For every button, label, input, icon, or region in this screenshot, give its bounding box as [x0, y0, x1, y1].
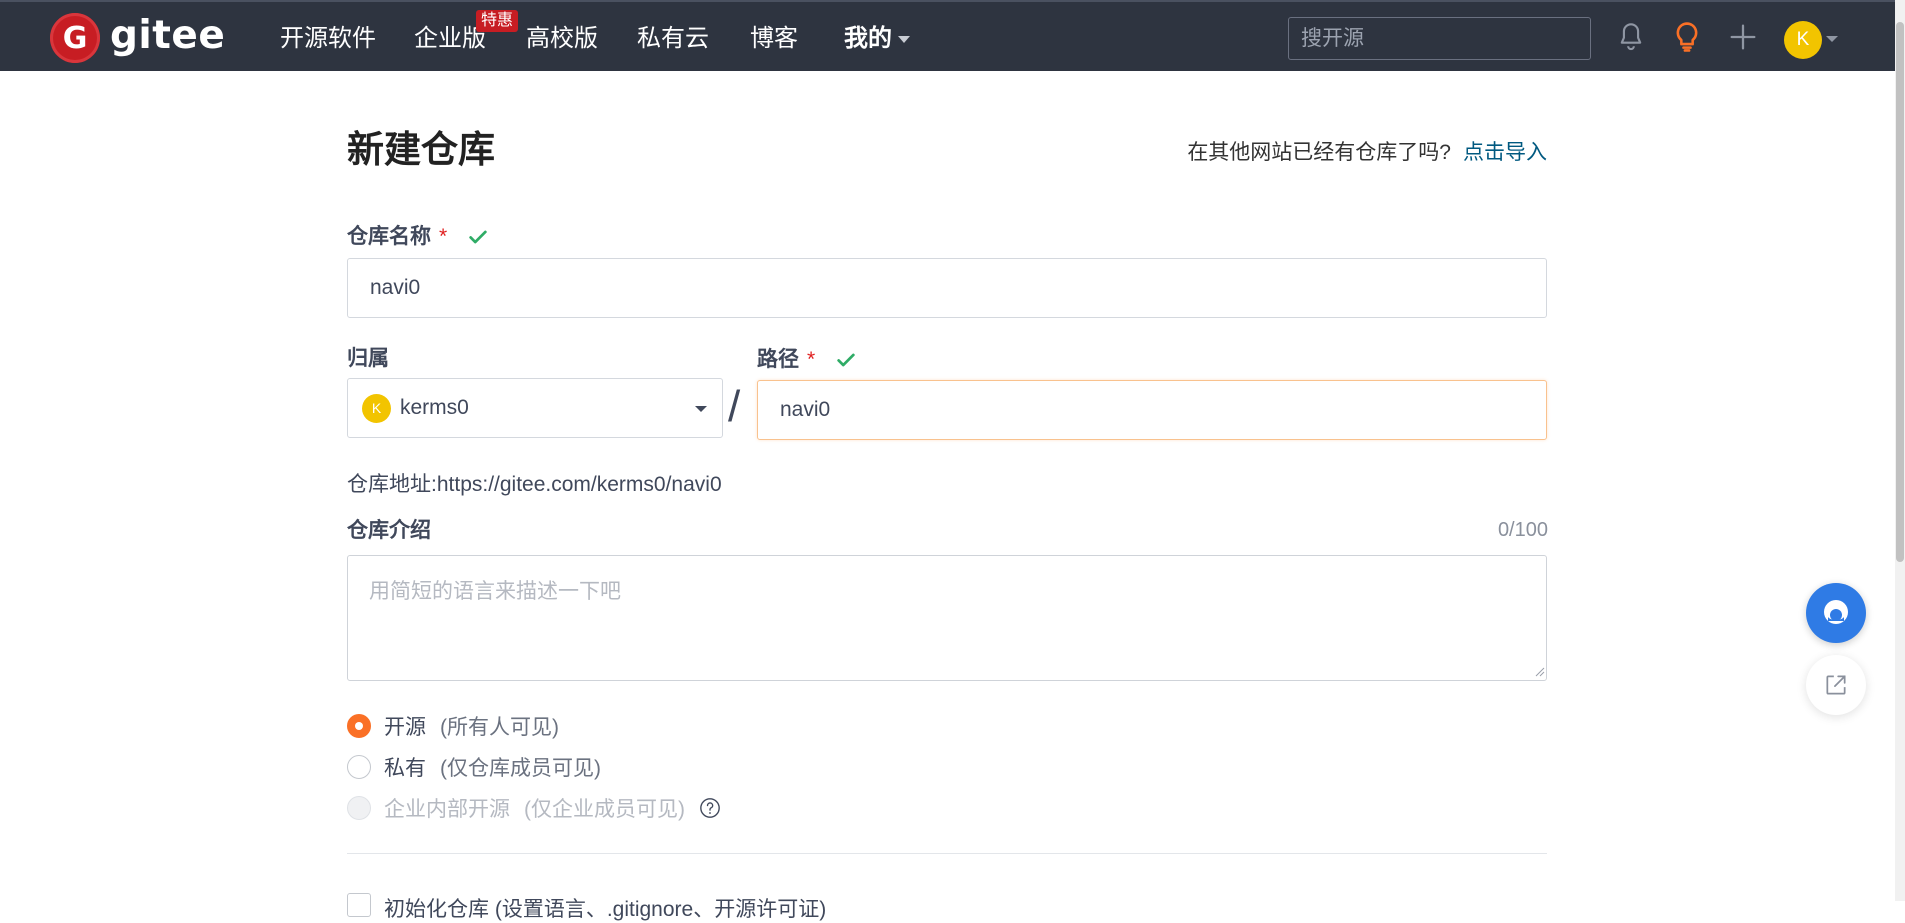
visibility-option-label: 开源	[384, 716, 426, 739]
repo-address: 仓库地址:https://gitee.com/kerms0/navi0	[347, 468, 722, 498]
visibility-option-label: 企业内部开源	[384, 798, 510, 821]
owner-select[interactable]: K kerms0	[347, 378, 723, 438]
path-input[interactable]: navi0	[757, 380, 1547, 440]
plus-icon[interactable]	[1726, 20, 1760, 54]
required-mark: *	[439, 225, 448, 248]
repo-name-label-text: 仓库名称	[347, 225, 431, 248]
nav-item-private-cloud[interactable]: 私有云	[637, 23, 709, 55]
top-navbar: G gitee 开源软件 企业版 特惠 高校版 私有云 博客 我的 K	[0, 0, 1895, 71]
nav-item-education[interactable]: 高校版	[526, 23, 598, 55]
owner-select-value: kerms0	[400, 396, 469, 419]
resize-handle-icon[interactable]	[1533, 665, 1545, 677]
visibility-option-label: 私有	[384, 757, 426, 780]
chat-icon	[1824, 600, 1848, 624]
import-link[interactable]: 点击导入	[1463, 141, 1547, 164]
check-icon	[469, 230, 487, 244]
check-icon	[837, 353, 855, 367]
path-label-text: 路径	[757, 348, 799, 371]
page-scrollbar-thumb[interactable]	[1896, 22, 1904, 562]
radio-button-checked[interactable]	[347, 714, 371, 738]
repo-address-value: https://gitee.com/kerms0/navi0	[436, 473, 722, 496]
owner-avatar: K	[362, 393, 391, 423]
intro-textarea[interactable]	[347, 555, 1547, 681]
bell-icon[interactable]	[1614, 20, 1648, 54]
chevron-down-icon	[898, 36, 910, 44]
question-icon[interactable]	[699, 797, 721, 819]
gitee-logo-text: gitee	[110, 12, 226, 58]
nav-search-input[interactable]	[1288, 17, 1591, 60]
repo-name-input[interactable]: navi0	[347, 258, 1547, 318]
radio-button[interactable]	[347, 755, 371, 779]
user-avatar[interactable]: K	[1784, 21, 1822, 59]
visibility-option-enterprise: 企业内部开源 (仅企业成员可见)	[347, 793, 721, 823]
radio-button-disabled	[347, 796, 371, 820]
init-repo-checkbox[interactable]	[347, 893, 371, 917]
intro-label: 仓库介绍	[347, 519, 431, 542]
import-hint: 在其他网站已经有仓库了吗? 点击导入	[1187, 136, 1547, 166]
import-hint-text: 在其他网站已经有仓库了吗?	[1187, 141, 1451, 164]
path-label: 路径 *	[757, 346, 857, 374]
external-link-icon	[1826, 675, 1846, 695]
repo-address-label: 仓库地址:	[347, 473, 437, 496]
chevron-down-icon	[695, 406, 707, 412]
floating-chat-button[interactable]	[1806, 583, 1866, 643]
gitee-logo-icon: G	[50, 13, 100, 63]
visibility-option-note: (仅仓库成员可见)	[440, 757, 601, 780]
init-repo-label: 初始化仓库 (设置语言、.gitignore、开源许可证)	[384, 898, 827, 921]
visibility-option-public[interactable]: 开源 (所有人可见)	[347, 711, 559, 741]
gitee-logo[interactable]: G gitee	[50, 13, 225, 63]
nav-item-blog[interactable]: 博客	[750, 23, 798, 55]
path-separator: /	[728, 382, 741, 431]
floating-share-button[interactable]	[1806, 655, 1866, 715]
nav-item-open-source[interactable]: 开源软件	[280, 23, 376, 55]
promo-badge: 特惠	[476, 10, 519, 32]
visibility-option-note: (仅企业成员可见)	[524, 798, 685, 821]
repo-name-label: 仓库名称 *	[347, 223, 489, 251]
intro-char-counter: 0/100	[1497, 519, 1548, 541]
section-divider	[347, 853, 1547, 854]
nav-item-mine-label: 我的	[844, 25, 892, 52]
visibility-option-note: (所有人可见)	[440, 716, 559, 739]
visibility-option-private[interactable]: 私有 (仅仓库成员可见)	[347, 752, 601, 782]
required-mark: *	[807, 348, 816, 371]
avatar-chevron-down-icon[interactable]	[1826, 36, 1838, 42]
owner-label: 归属	[347, 347, 389, 370]
nav-item-mine[interactable]: 我的	[844, 23, 910, 55]
page-title: 新建仓库	[347, 129, 495, 170]
lightbulb-icon[interactable]	[1670, 20, 1704, 54]
